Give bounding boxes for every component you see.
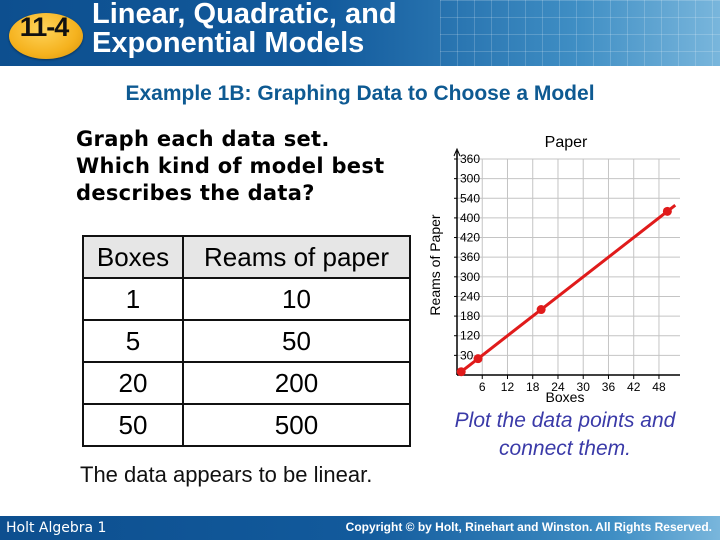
header-reams: Reams of paper bbox=[182, 235, 411, 279]
y-tick-label: 360 bbox=[460, 152, 480, 166]
y-tick-label: 360 bbox=[460, 250, 480, 264]
chart-grid bbox=[457, 158, 680, 375]
x-tick-label: 12 bbox=[501, 380, 515, 394]
y-tick-label: 540 bbox=[460, 191, 480, 205]
x-tick-label: 18 bbox=[526, 380, 540, 394]
title-line-1: Linear, Quadratic, and bbox=[92, 0, 397, 30]
y-tick-label: 180 bbox=[460, 309, 480, 323]
slide-footer: Holt Algebra 1 Copyright © by Holt, Rine… bbox=[0, 516, 720, 540]
prompt-line-2: Which kind of model best bbox=[76, 154, 385, 178]
x-tick-label: 24 bbox=[551, 380, 565, 394]
title-line-2: Exponential Models bbox=[92, 27, 365, 59]
y-tick-label: 240 bbox=[460, 289, 480, 303]
cell-boxes: 50 bbox=[82, 403, 184, 447]
chart-series bbox=[456, 204, 677, 377]
x-tick-label: 42 bbox=[627, 380, 641, 394]
data-point bbox=[536, 305, 546, 315]
series-line bbox=[460, 210, 669, 373]
cell-boxes: 1 bbox=[82, 277, 184, 321]
cell-reams: 200 bbox=[182, 361, 411, 405]
lesson-number: 11-4 bbox=[19, 12, 70, 42]
x-tick-label: 30 bbox=[577, 380, 591, 394]
prompt-line-1: Graph each data set. bbox=[76, 127, 330, 151]
y-tick-label: 420 bbox=[460, 231, 480, 245]
data-point bbox=[473, 354, 483, 364]
table-row: 50 500 bbox=[82, 403, 411, 447]
x-tick-label: 48 bbox=[652, 380, 666, 394]
prompt-line-3: describes the data? bbox=[76, 181, 315, 205]
data-point bbox=[456, 367, 466, 377]
conclusion-text: The data appears to be linear. bbox=[80, 462, 373, 487]
table-row: 5 50 bbox=[82, 319, 411, 363]
header-grid-pattern bbox=[440, 0, 720, 66]
note-line-1: Plot the data points and bbox=[454, 409, 676, 432]
chart-axes bbox=[453, 147, 680, 376]
x-tick-label: 6 bbox=[479, 380, 486, 394]
y-axis-label: Reams of Paper bbox=[427, 214, 443, 315]
y-tick-label: 300 bbox=[460, 270, 480, 284]
cell-reams: 10 bbox=[182, 277, 411, 321]
paper-chart: Paper Reams of Paper Boxes 6 12 18 24 30 36 42… bbox=[427, 134, 680, 405]
table-row: 1 10 bbox=[82, 277, 411, 321]
instruction-note: Plot the data points and connect them. bbox=[435, 407, 695, 463]
data-table: Boxes Reams of paper 1 10 5 50 20 200 50… bbox=[82, 235, 411, 447]
prompt-text: Graph each data set. Which kind of model… bbox=[76, 126, 384, 207]
chart-title: Paper bbox=[545, 134, 588, 151]
table-row: 20 200 bbox=[82, 361, 411, 405]
cell-reams: 50 bbox=[182, 319, 411, 363]
cell-boxes: 20 bbox=[82, 361, 184, 405]
footer-copyright: Copyright © by Holt, Rinehart and Winsto… bbox=[345, 520, 712, 534]
slide-header: 11-4 Linear, Quadratic, and Exponential … bbox=[0, 0, 720, 66]
footer-book-title: Holt Algebra 1 bbox=[6, 520, 107, 536]
note-line-2: connect them. bbox=[499, 437, 631, 460]
lesson-title: Linear, Quadratic, and Exponential Model… bbox=[92, 0, 397, 58]
y-tick-label: 120 bbox=[460, 329, 480, 343]
x-tick-label: 36 bbox=[602, 380, 616, 394]
y-tick-label: 30 bbox=[460, 348, 474, 362]
example-subtitle: Example 1B: Graphing Data to Choose a Mo… bbox=[125, 82, 595, 105]
cell-boxes: 5 bbox=[82, 319, 184, 363]
y-tick-label: 400 bbox=[460, 211, 480, 225]
cell-reams: 500 bbox=[182, 403, 411, 447]
table-header-row: Boxes Reams of paper bbox=[82, 235, 411, 279]
y-tick-label: 300 bbox=[460, 172, 480, 186]
header-boxes: Boxes bbox=[82, 235, 184, 279]
data-point bbox=[662, 206, 672, 216]
